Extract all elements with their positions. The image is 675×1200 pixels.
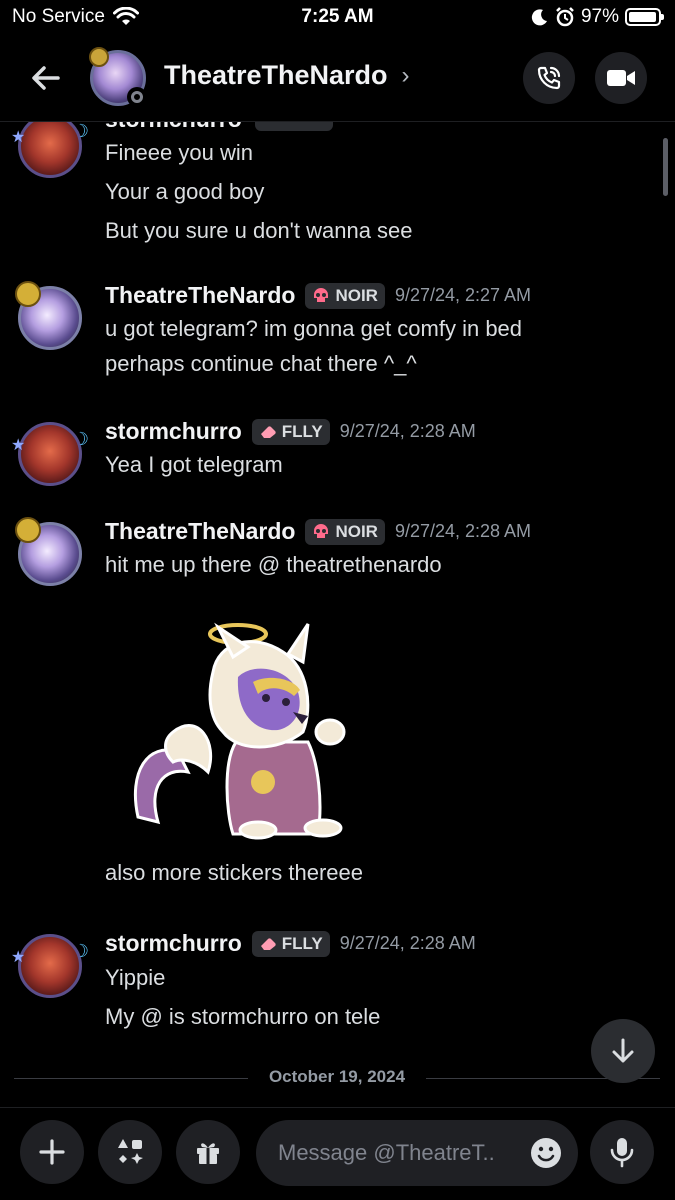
message-author[interactable]: stormchurro: [105, 418, 242, 445]
character-sticker[interactable]: [118, 612, 368, 842]
video-call-button[interactable]: [595, 52, 647, 104]
message-input[interactable]: Message @TheatreT..: [256, 1120, 578, 1186]
arrow-left-icon: [32, 66, 60, 90]
battery-icon: [625, 8, 664, 26]
offline-status-icon: [127, 87, 147, 107]
avatar-decoration: [89, 47, 109, 67]
clan-tag[interactable]: FLLY: [251, 418, 330, 445]
arrow-down-icon: [612, 1038, 634, 1063]
eraser-icon: [260, 937, 276, 950]
jump-to-bottom-button[interactable]: [591, 1019, 655, 1083]
message-input-placeholder: Message @TheatreT..: [278, 1140, 495, 1165]
message-line: Yea I got telegram: [105, 452, 283, 477]
message-line: My @ is stormchurro on tele: [105, 1004, 381, 1029]
battery-level: [629, 12, 657, 22]
back-button[interactable]: [26, 58, 66, 98]
timestamp: 9/27/24, 2:27 AM: [394, 285, 532, 305]
message-author[interactable]: TheatreTheNardo: [105, 518, 295, 545]
message-line: Fineee you win: [105, 140, 253, 165]
gift-icon: [197, 1143, 219, 1164]
timestamp: 9/27/24, 2:28 AM: [339, 421, 476, 441]
avatar[interactable]: [15, 517, 82, 586]
message-header: stormchurro FLLY 9/27/24, 2:28 AM: [105, 930, 476, 957]
status-bar: No Service 7:25 AM 97%: [0, 0, 675, 36]
avatar[interactable]: [11, 934, 89, 998]
plus-icon: [39, 1139, 65, 1165]
date-separator: October 19, 2024: [14, 1064, 660, 1094]
moon-icon: [531, 9, 547, 26]
clan-tag: [255, 122, 333, 131]
skull-icon: [314, 287, 329, 302]
message-author[interactable]: TheatreTheNardo: [105, 282, 295, 309]
message-list[interactable]: stormchurro Fineee you win Your a good b…: [0, 122, 675, 1107]
message-line: hit me up there @ theatrethenardo: [105, 552, 442, 577]
header-avatar[interactable]: [89, 47, 147, 107]
apps-button[interactable]: [98, 1120, 162, 1184]
clan-tag-label: NOIR: [335, 521, 378, 541]
chevron-right-icon: ›: [401, 61, 410, 89]
battery-percent: 97%: [580, 6, 619, 27]
avatar[interactable]: [15, 281, 82, 350]
message-composer: Message @TheatreT..: [0, 1107, 675, 1200]
clan-tag-label: NOIR: [335, 285, 378, 305]
microphone-icon: [610, 1138, 634, 1168]
message-line: u got telegram? im gonna get comfy in be…: [105, 316, 523, 341]
message-line: But you sure u don't wanna see: [105, 218, 413, 243]
video-camera-icon: [607, 70, 635, 86]
alarm-icon: [556, 7, 574, 27]
message-line: Your a good boy: [105, 179, 265, 204]
message-header: TheatreTheNardo NOIR 9/27/24, 2:27 AM: [105, 282, 531, 309]
emoji-icon[interactable]: [530, 1137, 562, 1169]
avatar[interactable]: [11, 122, 89, 178]
scrollbar[interactable]: [663, 138, 668, 196]
timestamp: 9/27/24, 2:28 AM: [394, 521, 532, 541]
message-author[interactable]: stormchurro: [105, 122, 242, 133]
voice-message-button[interactable]: [590, 1120, 654, 1184]
clan-tag-label: FLLY: [281, 421, 323, 441]
voice-call-button[interactable]: [523, 52, 575, 104]
avatar[interactable]: [11, 422, 89, 486]
message-line: Yippie: [105, 965, 166, 990]
message-header: TheatreTheNardo NOIR 9/27/24, 2:28 AM: [105, 518, 531, 545]
clan-tag[interactable]: NOIR: [305, 282, 385, 309]
eraser-icon: [260, 425, 276, 438]
phone-icon: [537, 66, 561, 90]
clan-tag[interactable]: FLLY: [251, 930, 330, 957]
message-line: also more stickers thereee: [105, 860, 363, 885]
message-author[interactable]: stormchurro: [105, 930, 242, 957]
status-right: 97%: [531, 6, 664, 28]
message-header: stormchurro FLLY 9/27/24, 2:28 AM: [105, 418, 476, 445]
skull-icon: [314, 523, 329, 538]
channel-title[interactable]: TheatreTheNardo ›: [164, 60, 410, 91]
chat-header: TheatreTheNardo ›: [0, 36, 675, 122]
clan-tag-label: FLLY: [281, 933, 323, 953]
timestamp: 9/27/24, 2:28 AM: [339, 933, 476, 953]
message-line: perhaps continue chat there ^_^: [105, 351, 417, 376]
clan-tag[interactable]: NOIR: [305, 518, 385, 545]
gift-button[interactable]: [176, 1120, 240, 1184]
attach-button[interactable]: [20, 1120, 84, 1184]
date-label: October 19, 2024: [254, 1067, 420, 1086]
header-username: TheatreTheNardo: [164, 60, 388, 90]
apps-icon: [118, 1139, 143, 1164]
